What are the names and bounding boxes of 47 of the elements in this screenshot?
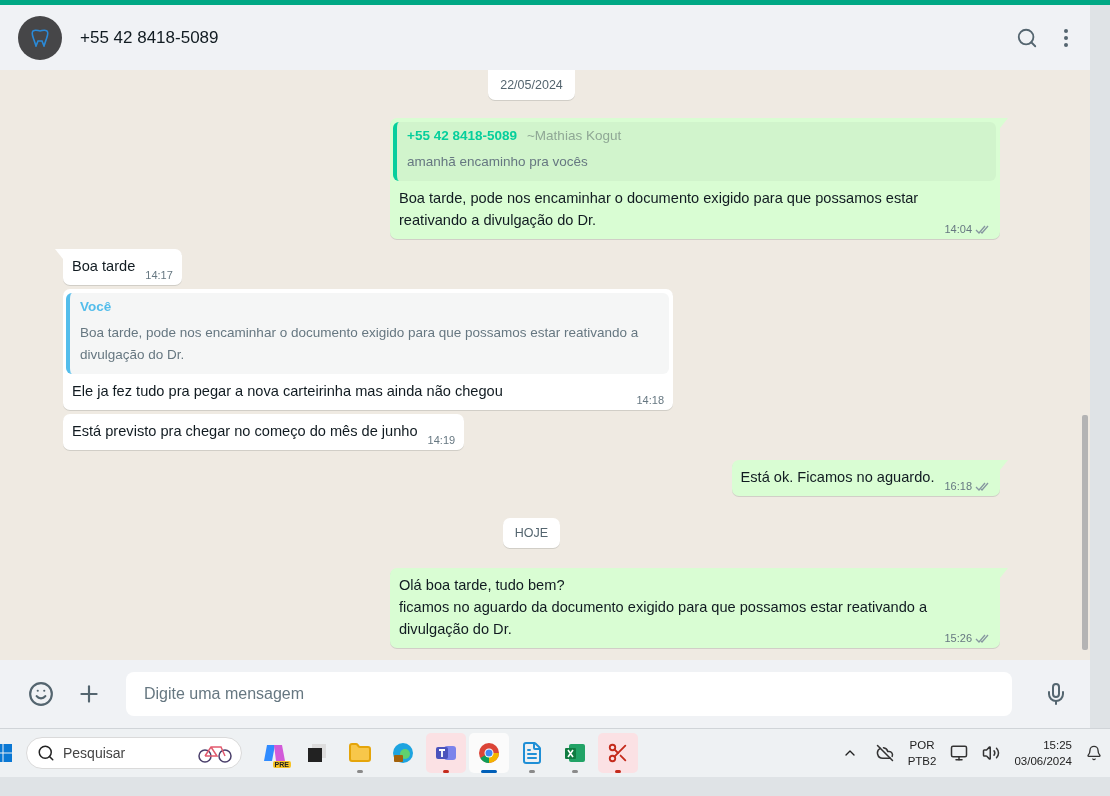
message-time: 14:18 [636, 394, 664, 406]
avatar[interactable] [18, 15, 62, 60]
message-text: Boa tarde, pode nos encaminhar o documento exigido para que possamos estar reativando a divulgação do Dr. [399, 189, 920, 230]
quote-author: Você [80, 299, 112, 314]
date-label: 22/05/2024 [488, 70, 575, 100]
edge-icon [391, 741, 415, 765]
search-placeholder: Pesquisar [63, 745, 127, 761]
search-icon [1016, 26, 1038, 49]
message-input[interactable]: Digite uma mensagem [126, 672, 1012, 716]
message-text: Olá boa tarde, tudo bem? ficamos no aguardo da documento exigido para que possamos estar reativando a divulgação do Dr. [399, 576, 929, 639]
message-text: Está previsto pra chegar no começo do mês de junho [72, 422, 418, 441]
message-time: 15:26 [944, 632, 972, 644]
notepad-icon [520, 741, 544, 765]
message-time: 14:19 [427, 434, 456, 446]
message-text: Está ok. Ficamos no aguardo. [740, 468, 935, 487]
volume-icon[interactable] [982, 744, 1001, 762]
message-time: 14:04 [944, 223, 972, 235]
menu-icon [1064, 28, 1068, 47]
contact-name: +55 42 8418-5089 [80, 27, 220, 48]
chrome-icon [477, 741, 501, 765]
excel-icon [563, 741, 587, 765]
quote-author: +55 42 8418-5089 [407, 128, 517, 143]
windows-icon [305, 741, 329, 765]
scrollbar-thumb[interactable] [1082, 415, 1088, 650]
quote-text: Boa tarde, pode nos encaminhar o documento exigido para que possamos estar reativando a divulgação do Dr. [80, 324, 640, 364]
tooth-logo-icon [30, 28, 50, 47]
message-time: 14:17 [145, 269, 173, 281]
quote-alias: ~Mathias Kogut [527, 128, 622, 143]
taskbar-app-button[interactable] [469, 733, 509, 773]
search-icon [37, 744, 55, 762]
quote-text: amanhã encaminho pra vocês [407, 153, 589, 171]
quoted-message[interactable]: Você Boa tarde, pode nos encaminhar o documento exigido para que possamos estar reativando a divulgação do Dr. [66, 293, 669, 374]
message-text: Ele ja fez tudo pra pegar a nova carteirinha mas ainda não chegou [72, 382, 504, 401]
language-indicator[interactable]: POR PTB2 [907, 737, 937, 769]
folder-icon [348, 741, 372, 765]
message-text: Boa tarde [72, 257, 136, 276]
cloud-off-icon[interactable] [875, 744, 894, 762]
taskbar-search-field[interactable]: Pesquisar [26, 737, 242, 769]
date-label: HOJE [502, 518, 561, 548]
smiley-icon [28, 681, 54, 707]
quoted-message[interactable]: +55 42 8418-5089 ~Mathias Kogut amanhã encaminho pra vocês [393, 122, 996, 181]
taskbar-clock[interactable]: 15:25 03/06/2024 [1014, 737, 1072, 769]
scissors-icon [607, 742, 629, 764]
bicycle-icon [197, 743, 233, 763]
notification-bell-icon[interactable] [1086, 745, 1102, 761]
network-icon[interactable] [950, 744, 969, 762]
message-time: 16:18 [944, 480, 972, 492]
